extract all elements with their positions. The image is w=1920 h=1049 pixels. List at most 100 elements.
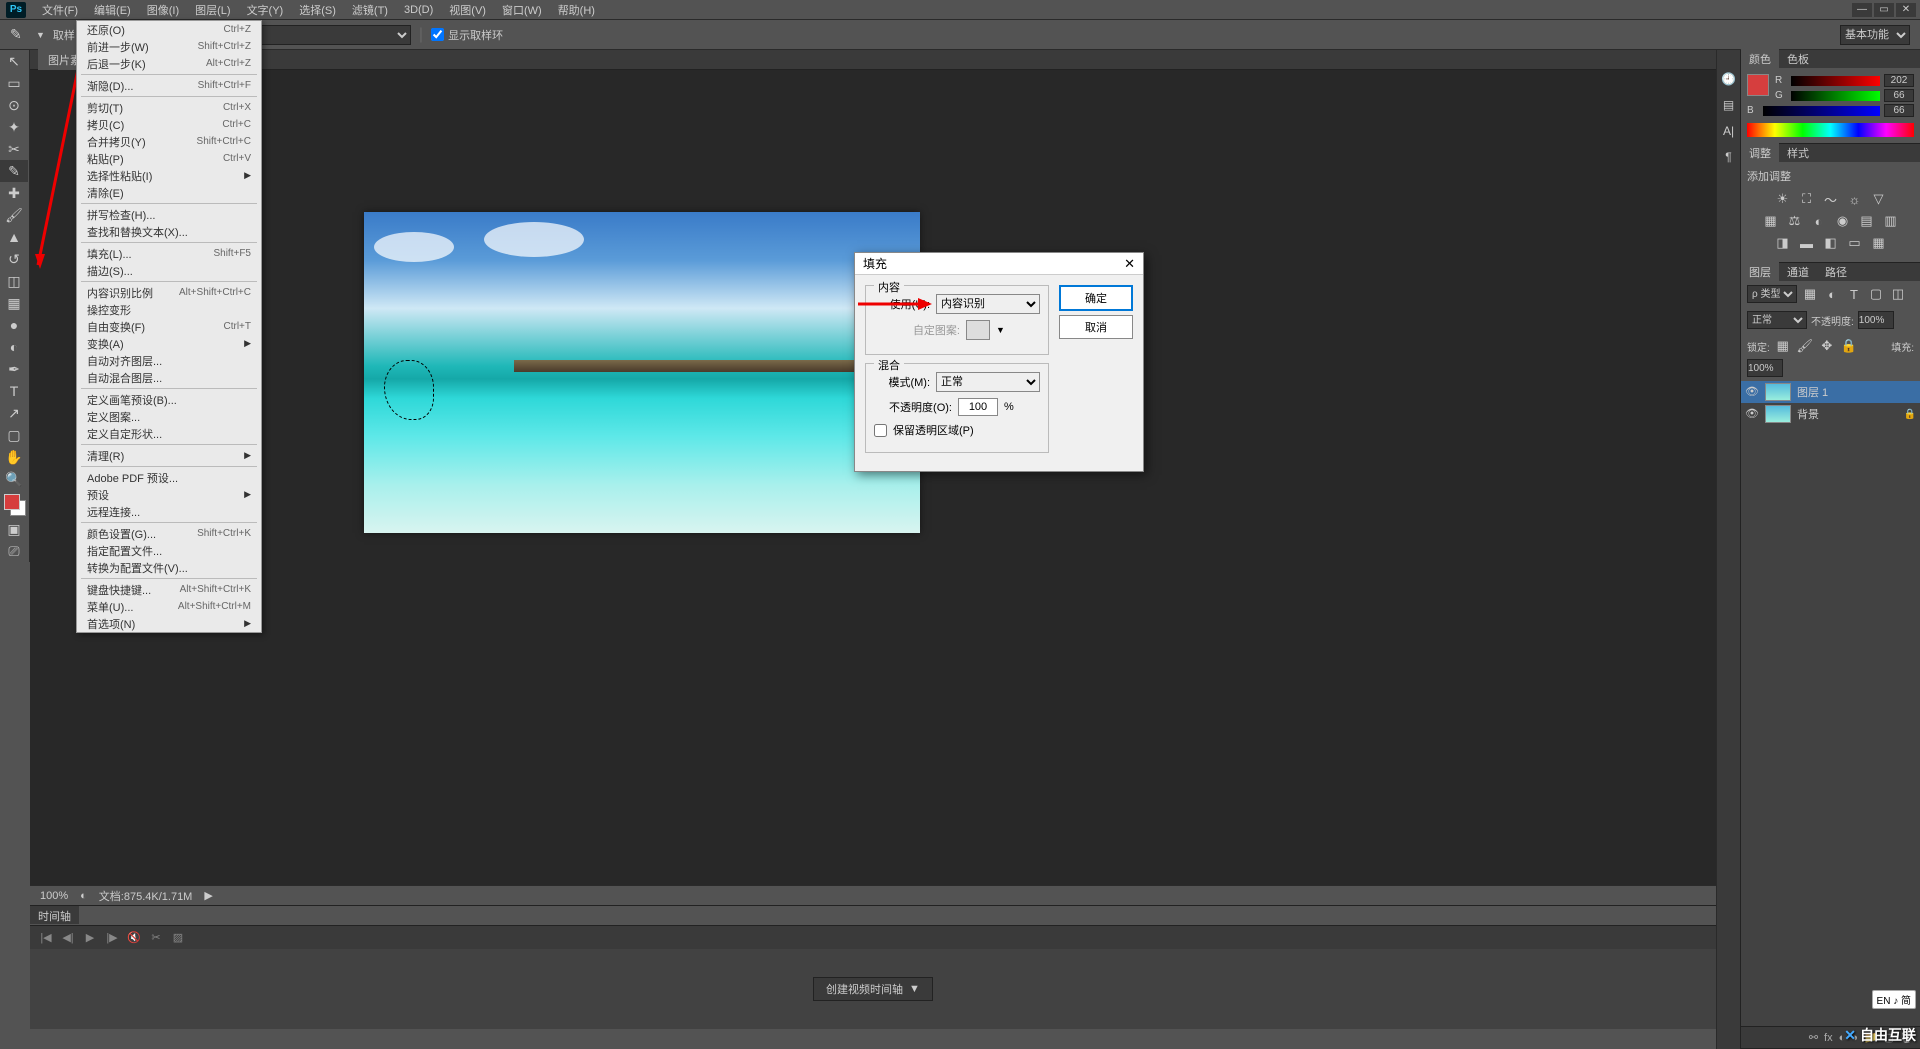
curves-icon[interactable]: 〜	[1822, 190, 1840, 208]
menu-3d[interactable]: 3D(D)	[396, 1, 441, 19]
marquee-tool[interactable]: ▭	[0, 72, 28, 94]
menu-item[interactable]: 还原(O)Ctrl+Z	[77, 21, 261, 38]
filter-type-icon[interactable]: T	[1845, 285, 1863, 303]
brush-tool[interactable]: 🖌	[0, 204, 28, 226]
goto-first-icon[interactable]: |◀	[38, 930, 54, 946]
balance-icon[interactable]: ⚖	[1786, 212, 1804, 230]
hand-tool[interactable]: ✋	[0, 446, 28, 468]
vibrance-icon[interactable]: ▽	[1870, 190, 1888, 208]
b-value[interactable]: 66	[1884, 104, 1914, 117]
layer-name[interactable]: 图层 1	[1797, 384, 1828, 400]
menu-item[interactable]: 预设▶	[77, 486, 261, 503]
menu-file[interactable]: 文件(F)	[34, 0, 86, 21]
zoom-tool[interactable]: 🔍	[0, 468, 28, 490]
menu-item[interactable]: 前进一步(W)Shift+Ctrl+Z	[77, 38, 261, 55]
menu-item[interactable]: 指定配置文件...	[77, 542, 261, 559]
create-video-timeline-button[interactable]: 创建视频时间轴 ▼	[813, 977, 933, 1001]
exposure-icon[interactable]: ☼	[1846, 190, 1864, 208]
opacity-input[interactable]	[1858, 311, 1894, 329]
healing-tool[interactable]: ✚	[0, 182, 28, 204]
crop-tool[interactable]: ✂	[0, 138, 28, 160]
layer-thumbnail[interactable]	[1765, 383, 1791, 401]
filter-adjust-icon[interactable]: ◐	[1823, 285, 1841, 303]
workspace-select[interactable]: 基本功能	[1840, 25, 1910, 45]
menu-select[interactable]: 选择(S)	[291, 0, 344, 21]
threshold-icon[interactable]: ◧	[1822, 234, 1840, 252]
canvas-area[interactable]	[30, 70, 1716, 885]
menu-item[interactable]: 查找和替换文本(X)...	[77, 223, 261, 240]
layer-name[interactable]: 背景	[1797, 406, 1819, 422]
blur-tool[interactable]: ●	[0, 314, 28, 336]
pen-tool[interactable]: ✒	[0, 358, 28, 380]
menu-item[interactable]: 选择性粘贴(I)▶	[77, 167, 261, 184]
mixer-icon[interactable]: ▤	[1858, 212, 1876, 230]
posterize-icon[interactable]: ▬	[1798, 234, 1816, 252]
eyedropper-tool[interactable]: ✎	[0, 160, 28, 182]
filter-smart-icon[interactable]: ◫	[1889, 285, 1907, 303]
selective-icon[interactable]: ▦	[1870, 234, 1888, 252]
color-swatches[interactable]	[0, 490, 29, 518]
opacity-input[interactable]	[958, 398, 998, 416]
menu-item[interactable]: 自动混合图层...	[77, 369, 261, 386]
pattern-picker[interactable]	[966, 320, 990, 340]
lock-transparent-icon[interactable]: ▦	[1774, 337, 1792, 355]
menu-item[interactable]: 合并拷贝(Y)Shift+Ctrl+C	[77, 133, 261, 150]
history-panel-icon[interactable]: 🕘	[1720, 70, 1738, 88]
ime-indicator[interactable]: EN ♪ 简	[1872, 990, 1916, 1009]
lock-all-icon[interactable]: 🔒	[1840, 337, 1858, 355]
layer-row[interactable]: 👁 背景 🔒	[1741, 403, 1920, 425]
layer-thumbnail[interactable]	[1765, 405, 1791, 423]
minimize-button[interactable]: —	[1852, 3, 1872, 17]
menu-item[interactable]: 剪切(T)Ctrl+X	[77, 99, 261, 116]
menu-item[interactable]: 清理(R)▶	[77, 447, 261, 464]
menu-edit[interactable]: 编辑(E)	[86, 0, 139, 21]
layers-tab[interactable]: 图层	[1741, 262, 1779, 282]
fill-input[interactable]	[1747, 359, 1783, 377]
paths-tab[interactable]: 路径	[1817, 262, 1855, 282]
menu-item[interactable]: 定义图案...	[77, 408, 261, 425]
link-layers-icon[interactable]: ⚯	[1809, 1031, 1818, 1044]
menu-view[interactable]: 视图(V)	[441, 0, 494, 21]
use-select[interactable]: 内容识别	[936, 294, 1040, 314]
paragraph-panel-icon[interactable]: ¶	[1720, 148, 1738, 166]
screen-mode-tool[interactable]: ⎚	[0, 540, 28, 562]
zoom-level[interactable]: 100%	[40, 890, 68, 902]
quick-mask-tool[interactable]: ▣	[0, 518, 28, 540]
channels-tab[interactable]: 通道	[1779, 262, 1817, 282]
menu-item[interactable]: 清除(E)	[77, 184, 261, 201]
menu-type[interactable]: 文字(Y)	[239, 0, 292, 21]
audio-icon[interactable]: 🔇	[126, 930, 142, 946]
color-spectrum[interactable]	[1747, 123, 1914, 137]
maximize-button[interactable]: ▭	[1874, 3, 1894, 17]
menu-item[interactable]: 变换(A)▶	[77, 335, 261, 352]
menu-item[interactable]: 拷贝(C)Ctrl+C	[77, 116, 261, 133]
menu-item[interactable]: 首选项(N)▶	[77, 615, 261, 632]
menu-item[interactable]: 描边(S)...	[77, 262, 261, 279]
filter-shape-icon[interactable]: ▢	[1867, 285, 1885, 303]
document-info[interactable]: 文档:875.4K/1.71M	[99, 888, 193, 904]
g-value[interactable]: 66	[1884, 89, 1914, 102]
properties-panel-icon[interactable]: ▤	[1720, 96, 1738, 114]
dodge-tool[interactable]: ◐	[0, 336, 28, 358]
brightness-icon[interactable]: ☀	[1774, 190, 1792, 208]
visibility-icon[interactable]: 👁	[1745, 385, 1759, 399]
gradient-tool[interactable]: ▦	[0, 292, 28, 314]
color-tab[interactable]: 颜色	[1741, 49, 1779, 69]
move-tool[interactable]: ↖	[0, 50, 28, 72]
menu-item[interactable]: 转换为配置文件(V)...	[77, 559, 261, 576]
r-value[interactable]: 202	[1884, 74, 1914, 87]
history-brush-tool[interactable]: ↺	[0, 248, 28, 270]
document-canvas[interactable]	[364, 212, 920, 533]
eraser-tool[interactable]: ◫	[0, 270, 28, 292]
r-slider[interactable]	[1791, 76, 1880, 86]
photo-filter-icon[interactable]: ◉	[1834, 212, 1852, 230]
menu-item[interactable]: 渐隐(D)...Shift+Ctrl+F	[77, 77, 261, 94]
show-sample-ring-checkbox[interactable]: 显示取样环	[431, 27, 503, 43]
transition-icon[interactable]: ▨	[170, 930, 186, 946]
zoom-slider-icon[interactable]: ◐	[80, 890, 87, 902]
lock-icon[interactable]: 🔒	[1904, 409, 1916, 420]
type-tool[interactable]: T	[0, 380, 28, 402]
lock-pixels-icon[interactable]: 🖌	[1796, 337, 1814, 355]
sample-select-2[interactable]	[251, 25, 411, 45]
menu-layer[interactable]: 图层(L)	[187, 0, 238, 21]
